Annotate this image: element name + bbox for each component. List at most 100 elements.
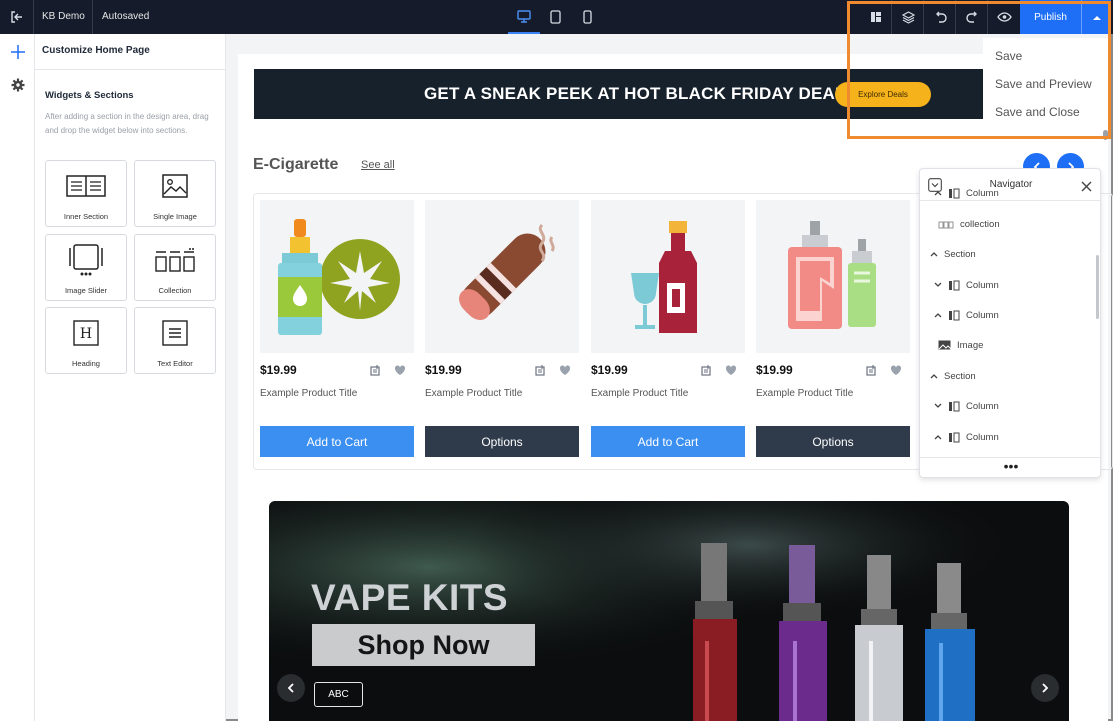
exit-icon[interactable] [0, 0, 33, 34]
cigar-image[interactable] [425, 200, 579, 353]
widget-label: Inner Section [63, 212, 109, 221]
vape-devices-image[interactable] [756, 200, 910, 353]
navigator-scrollbar[interactable] [1096, 255, 1099, 319]
navigator-item-section[interactable]: Section [928, 366, 976, 386]
widget-heading[interactable]: H Heading [45, 307, 127, 374]
chevron-up-icon[interactable] [928, 249, 940, 259]
left-icon-rail [0, 34, 35, 721]
navigator-item-column[interactable]: Column [932, 183, 999, 203]
chevron-up-icon[interactable] [932, 432, 944, 442]
wishlist-heart-icon[interactable] [394, 363, 406, 381]
settings-gear-icon[interactable] [0, 70, 35, 100]
navigator-item-section[interactable]: Section [928, 244, 976, 264]
compare-icon[interactable] [370, 363, 381, 381]
product-card[interactable]: $19.99 Example Product Title Add to Cart [260, 200, 414, 457]
compare-icon[interactable] [701, 363, 712, 381]
collection-icon [135, 243, 215, 277]
widget-image-slider[interactable]: Image Slider [45, 234, 127, 301]
navigator-item-column[interactable]: Column [932, 396, 999, 416]
chevron-up-icon[interactable] [932, 188, 944, 198]
chevron-down-icon[interactable] [932, 280, 944, 290]
wishlist-heart-icon[interactable] [725, 363, 737, 381]
collection-icon [938, 220, 954, 229]
hero-next-arrow-icon[interactable] [1031, 674, 1059, 702]
widget-label: Collection [158, 286, 192, 295]
product-card[interactable]: $19.99 Example Product Title Options [756, 200, 910, 457]
product-title[interactable]: Example Product Title [260, 388, 357, 399]
product-card[interactable]: $19.99 Example Product Title Options [425, 200, 579, 457]
see-all-link[interactable]: See all [361, 159, 395, 171]
add-to-cart-button[interactable]: Add to Cart [591, 426, 745, 457]
navigator-item-column[interactable]: Column [932, 427, 999, 447]
widgets-panel: Customize Home Page Widgets & Sections A… [35, 34, 226, 721]
navigator-item-column[interactable]: Column [932, 305, 999, 325]
product-price: $19.99 [756, 363, 793, 377]
save-status: Autosaved [102, 11, 150, 22]
navigator-item-label: Image [957, 339, 984, 351]
hero-slider[interactable]: VAPE KITS Shop Now ABC [269, 501, 1069, 721]
widget-text-editor[interactable]: Text Editor [134, 307, 216, 374]
navigator-item-label: Section [944, 370, 976, 382]
image-slider-icon [46, 243, 126, 277]
navigator-item-label: Column [966, 279, 999, 291]
shop-now-button[interactable]: Shop Now [312, 624, 535, 666]
widget-single-image[interactable]: Single Image [134, 160, 216, 227]
column-icon [948, 280, 960, 291]
panel-description: After adding a section in the design are… [45, 112, 209, 135]
navigator-item-label: Column [966, 309, 999, 321]
chevron-down-icon[interactable] [932, 401, 944, 411]
add-widget-icon[interactable] [0, 37, 35, 67]
hero-tag-button[interactable]: ABC [314, 682, 363, 707]
wishlist-heart-icon[interactable] [890, 363, 902, 381]
site-name[interactable]: KB Demo [42, 0, 85, 34]
chevron-up-icon[interactable] [932, 310, 944, 320]
wine-bottle-image[interactable] [591, 200, 745, 353]
product-title[interactable]: Example Product Title [425, 388, 522, 399]
navigator-item-label: Column [966, 187, 999, 199]
panel-header: Customize Home Page [35, 34, 225, 70]
column-icon [948, 432, 960, 443]
compare-icon[interactable] [866, 363, 877, 381]
svg-text:H: H [80, 326, 92, 342]
product-price: $19.99 [591, 363, 628, 377]
widget-collection[interactable]: Collection [134, 234, 216, 301]
navigator-item-image[interactable]: Image [938, 335, 983, 355]
e-liquid-cannabis-image[interactable] [260, 200, 414, 353]
product-card[interactable]: $19.99 Example Product Title Add to Cart [591, 200, 745, 457]
widget-inner-section[interactable]: Inner Section [45, 160, 127, 227]
text-editor-icon [135, 316, 215, 350]
product-price: $19.99 [260, 363, 297, 377]
mobile-view-icon[interactable] [572, 0, 602, 34]
add-to-cart-button[interactable]: Add to Cart [260, 426, 414, 457]
wishlist-heart-icon[interactable] [559, 363, 571, 381]
heading-icon: H [46, 316, 126, 350]
highlight-box [847, 1, 1111, 139]
navigator-item-collection[interactable]: collection [938, 214, 1000, 234]
product-title[interactable]: Example Product Title [591, 388, 688, 399]
hero-prev-arrow-icon[interactable] [277, 674, 305, 702]
compare-icon[interactable] [535, 363, 546, 381]
image-icon [135, 169, 215, 203]
navigator-item-column[interactable]: Column [932, 275, 999, 295]
navigator-item-label: Column [966, 431, 999, 443]
options-button[interactable]: Options [756, 426, 910, 457]
image-icon [938, 340, 951, 350]
options-button[interactable]: Options [425, 426, 579, 457]
hero-title: VAPE KITS [311, 577, 509, 618]
inner-section-icon [46, 169, 126, 203]
navigator-panel: Navigator Column collection Section Column C… [919, 168, 1101, 478]
navigator-item-label: collection [960, 218, 1000, 230]
column-icon [948, 310, 960, 321]
product-title[interactable]: Example Product Title [756, 388, 853, 399]
column-icon [948, 188, 960, 199]
collection-title: E-Cigarette [253, 156, 339, 173]
widget-label: Single Image [153, 212, 197, 221]
panel-section-title: Widgets & Sections [45, 90, 134, 101]
tablet-view-icon[interactable] [540, 0, 570, 34]
desktop-view-icon[interactable] [508, 0, 540, 34]
chevron-up-icon[interactable] [928, 371, 940, 381]
canvas-scrollbar[interactable] [1103, 130, 1108, 721]
close-navigator-icon[interactable] [1081, 179, 1092, 197]
column-icon [948, 401, 960, 412]
navigator-more-button[interactable]: ••• [920, 457, 1100, 477]
